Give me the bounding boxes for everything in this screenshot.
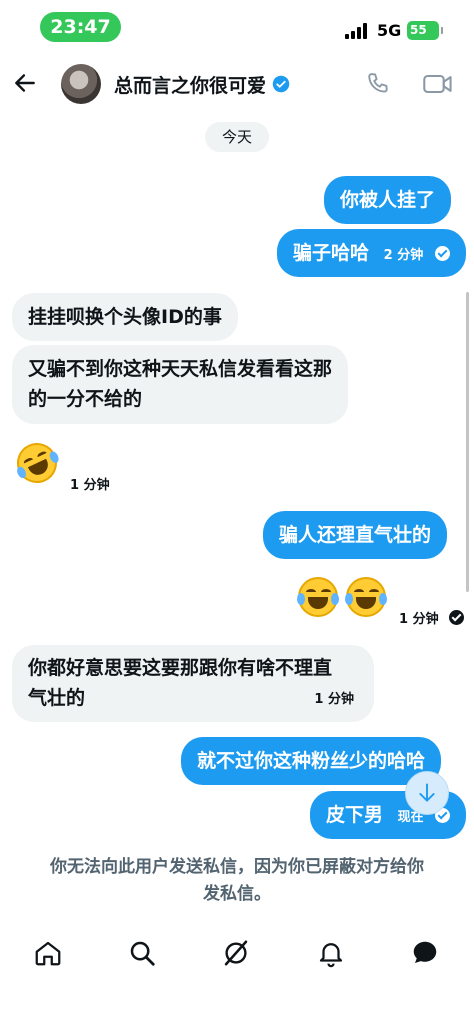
rolling-laughing-emoji[interactable] [10,436,64,490]
message-timestamp: 1 分钟 [314,692,354,707]
message-text-line: 的一分不给的 [28,388,143,410]
message-timestamp: 1 分钟 [70,478,110,493]
battery-icon [441,27,443,34]
tears-of-joy-emoji[interactable] [345,577,387,617]
day-divider: 今天 [205,122,269,152]
message-incoming[interactable]: 挂挂呗换个头像ID的事 [12,293,238,341]
network-type: 5G [377,21,402,40]
video-call-icon[interactable] [422,71,454,97]
verified-badge-icon [272,75,290,93]
battery-level: 55 [407,21,439,40]
message-outgoing[interactable]: 骗子哈哈 2 分钟 [277,229,466,277]
grok-icon[interactable] [221,938,251,968]
tears-of-joy-emoji[interactable] [297,577,339,617]
home-icon[interactable] [33,938,63,968]
conversation-header: 总而言之你很可爱 [0,58,474,110]
signal-icon [345,23,371,39]
blocked-notice-line: 你无法向此用户发送私信，因为你已屏蔽对方给你 [50,857,424,877]
message-timestamp: 2 分钟 [383,248,424,263]
message-outgoing[interactable]: 骗人还理直气壮的 [263,511,448,559]
message-timestamp: 1 分钟 [399,612,439,627]
scroll-down-icon[interactable] [405,771,449,815]
message-meta: 1 分钟 [399,608,464,627]
message-text-line: 气壮的 [28,687,86,709]
avatar[interactable] [61,64,101,104]
blocked-notice-line: 发私信。 [203,884,271,904]
message-text: 就不过你这种粉丝少的哈哈 [197,750,426,772]
message-outgoing[interactable]: 你被人挂了 [324,176,452,224]
read-check-icon [448,610,464,625]
status-time: 23:47 [40,12,121,42]
message-text: 挂挂呗换个头像ID的事 [28,306,222,328]
message-text: 骗子哈哈 [293,242,370,264]
message-incoming[interactable]: 又骗不到你这种天天私信发看看这那 的一分不给的 [12,345,349,424]
bottom-tab-bar [0,930,474,980]
notifications-icon[interactable] [316,938,346,968]
message-text: 骗人还理直气壮的 [279,524,432,546]
message-text-line: 又骗不到你这种天天私信发看看这那 [28,358,333,380]
blocked-notice: 你无法向此用户发送私信，因为你已屏蔽对方给你 发私信。 [18,854,456,908]
message-incoming[interactable]: 你都好意思要这要那跟你有啥不理直 气壮的 1 分钟 [12,645,374,722]
scrollbar[interactable] [466,292,469,592]
read-check-icon [434,246,450,261]
message-text: 你被人挂了 [340,189,436,211]
phone-icon[interactable] [364,70,392,98]
message-text: 皮下男 [326,804,384,826]
message-outgoing[interactable]: 就不过你这种粉丝少的哈哈 [181,737,442,785]
back-arrow-icon[interactable] [12,70,38,96]
status-bar: 23:47 5G 55 [0,0,474,58]
contact-name[interactable]: 总而言之你很可爱 [114,71,266,98]
search-icon[interactable] [127,938,157,968]
messages-icon[interactable] [410,938,440,968]
message-text-line: 你都好意思要这要那跟你有啥不理直 [28,657,333,679]
